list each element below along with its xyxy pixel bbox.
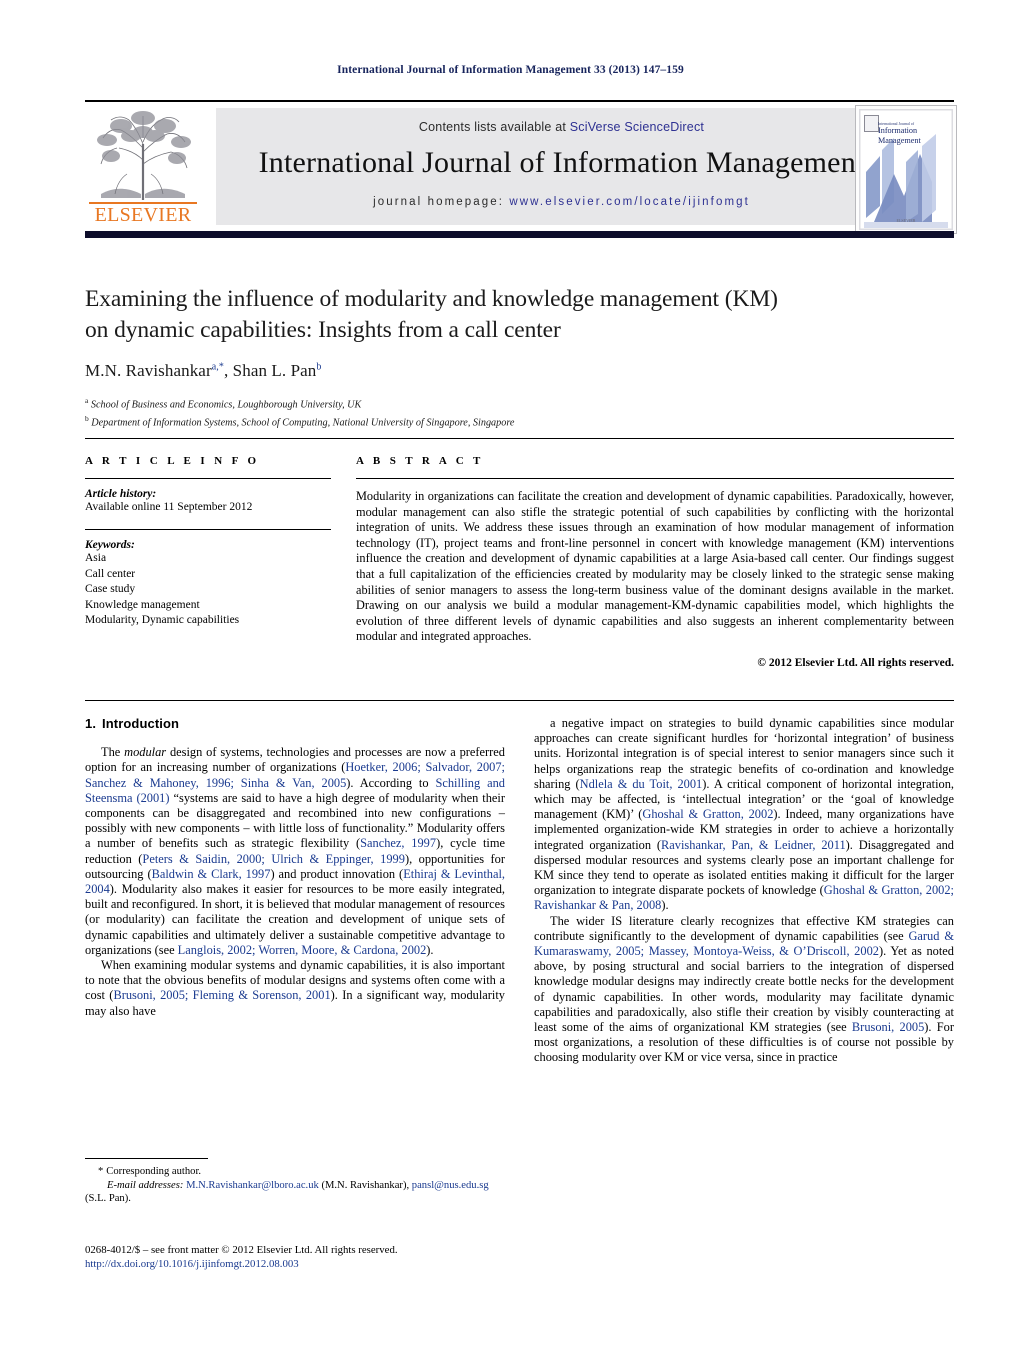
email-owner-2: (S.L. Pan). bbox=[85, 1193, 131, 1204]
title-block: Examining the influence of modularity an… bbox=[85, 284, 885, 431]
front-matter-line: 0268-4012/$ – see front matter © 2012 El… bbox=[85, 1244, 398, 1256]
paragraph: The wider IS literature clearly recogniz… bbox=[534, 914, 954, 1066]
body-column-left: 1. Introduction The modular design of sys… bbox=[85, 716, 505, 1019]
cover-title-line3: Management bbox=[878, 135, 921, 145]
citation-link[interactable]: Langlois, 2002; Worren, Moore, & Cardona… bbox=[178, 943, 427, 957]
keywords-label: Keywords: bbox=[85, 539, 135, 551]
citation-link[interactable]: Ndlela & du Toit, 2001 bbox=[580, 777, 703, 791]
body-text: The wider IS literature clearly recogniz… bbox=[534, 913, 954, 943]
affiliation-text-b: Department of Information Systems, Schoo… bbox=[91, 417, 515, 429]
author-name-2[interactable]: Shan L. Pan bbox=[233, 361, 317, 380]
affiliation-b: b Department of Information Systems, Sch… bbox=[85, 412, 885, 430]
citation-link[interactable]: Baldwin & Clark, 1997 bbox=[152, 867, 271, 881]
footnote-text: * Corresponding author. E-mail addresses:… bbox=[85, 1165, 505, 1206]
page-title: Examining the influence of modularity an… bbox=[85, 284, 885, 346]
elsevier-tree-icon bbox=[91, 108, 195, 204]
doi-link[interactable]: http://dx.doi.org/10.1016/j.ijinfomgt.20… bbox=[85, 1257, 515, 1271]
section-heading-introduction: 1. Introduction bbox=[85, 716, 505, 731]
footnote-rule bbox=[85, 1158, 208, 1159]
journal-band: Contents lists available at SciVerse Sci… bbox=[216, 108, 907, 225]
body-text: ). bbox=[426, 942, 434, 957]
footnote-star-mark: * bbox=[98, 1166, 104, 1177]
paragraph: The modular design of systems, technolog… bbox=[85, 745, 505, 958]
emphasis-text: modular bbox=[124, 745, 167, 760]
article-info-column: A R T I C L E I N F O Article history: A… bbox=[85, 455, 331, 629]
keyword-item: Modularity, Dynamic capabilities bbox=[85, 614, 240, 626]
author-name-1[interactable]: M.N. Ravishankar bbox=[85, 361, 212, 380]
body-text: ) and product innovation ( bbox=[270, 866, 404, 881]
article-info-rule-1 bbox=[85, 478, 331, 479]
section-number: 1. bbox=[85, 716, 97, 731]
email-addresses-label: E-mail addresses: bbox=[107, 1179, 184, 1191]
corresponding-author-footnote: * Corresponding author. E-mail addresses:… bbox=[85, 1158, 505, 1206]
keyword-item: Knowledge management bbox=[85, 598, 200, 611]
elsevier-logo: ELSEVIER bbox=[87, 106, 199, 230]
journal-cover-thumbnail: International Journal of Information Man… bbox=[855, 105, 957, 234]
article-history-label: Article history: bbox=[85, 488, 157, 500]
footnote-corresponding-line: * Corresponding author. bbox=[85, 1165, 505, 1179]
imprint-block: 0268-4012/$ – see front matter © 2012 El… bbox=[85, 1243, 515, 1271]
journal-homepage-line: journal homepage: www.elsevier.com/locat… bbox=[216, 196, 907, 208]
cover-title-line2: Information bbox=[878, 126, 918, 136]
keyword-item: Asia bbox=[85, 552, 107, 564]
citation-link[interactable]: Peters & Saidin, 2000; Ulrich & Eppinger… bbox=[142, 852, 405, 866]
journal-masthead: ELSEVIER Contents lists available at Sci… bbox=[85, 100, 957, 238]
cover-elsevier-mark-icon bbox=[864, 115, 879, 132]
masthead-bottom-rule bbox=[85, 231, 954, 238]
journal-cover-art: International Journal of Information Man… bbox=[859, 109, 953, 230]
article-info-rule-2 bbox=[85, 529, 331, 530]
keyword-item: Call center bbox=[85, 567, 136, 580]
paper-title-line2: on dynamic capabilities: Insights from a… bbox=[85, 317, 561, 343]
paragraph: When examining modular systems and dynam… bbox=[85, 958, 505, 1019]
journal-name: International Journal of Information Man… bbox=[258, 146, 865, 179]
cover-title: International Journal of Information Man… bbox=[878, 122, 948, 145]
abstract-heading: A B S T R A C T bbox=[356, 455, 484, 467]
sciencedirect-link[interactable]: SciVerse ScienceDirect bbox=[570, 120, 704, 134]
citation-link[interactable]: Brusoni, 2005; Fleming & Sorenson, 2001 bbox=[113, 988, 330, 1002]
affiliation-a: a School of Business and Economics, Loug… bbox=[85, 394, 885, 412]
info-band-top-rule bbox=[85, 438, 954, 439]
elsevier-wordmark: ELSEVIER bbox=[94, 204, 192, 226]
abstract-body: Modularity in organizations can facilita… bbox=[356, 489, 954, 644]
author-list: M.N. Ravishankara,*, Shan L. Panb bbox=[85, 361, 885, 381]
section-title: Introduction bbox=[102, 716, 180, 731]
keyword-item: Case study bbox=[85, 583, 136, 595]
citation-link[interactable]: Ghoshal & Gratton, 2002 bbox=[642, 807, 773, 821]
affiliation-text-a: School of Business and Economics, Loughb… bbox=[90, 399, 362, 411]
body-column-right: a negative impact on strategies to build… bbox=[534, 716, 954, 1066]
abstract-column: A B S T R A C T Modularity in organizati… bbox=[356, 455, 954, 669]
affiliation-mark-a: a bbox=[85, 396, 89, 405]
paper-title-line1: Examining the influence of modularity an… bbox=[85, 286, 778, 312]
article-history-value: Available online 11 September 2012 bbox=[85, 501, 253, 513]
email-owner-1: (M.N. Ravishankar), bbox=[321, 1179, 410, 1191]
citation-link[interactable]: Brusoni, 2005 bbox=[852, 1020, 924, 1034]
author-marks-2: b bbox=[316, 361, 322, 373]
citation-link[interactable]: Ravishankar, Pan, & Leidner, 2011 bbox=[661, 838, 846, 852]
contents-available-line: Contents lists available at SciVerse Sci… bbox=[216, 120, 907, 134]
citation-link[interactable]: Sanchez, 1997 bbox=[360, 836, 436, 850]
abstract-copyright: © 2012 Elsevier Ltd. All rights reserved… bbox=[757, 656, 954, 669]
author-separator: , bbox=[223, 361, 233, 380]
homepage-prefix: journal homepage: bbox=[373, 196, 510, 208]
body-text: ). bbox=[661, 898, 669, 913]
masthead-top-rule bbox=[85, 100, 954, 102]
cover-publisher-label: ELSEVIER bbox=[896, 218, 916, 223]
contents-prefix: Contents lists available at bbox=[418, 120, 570, 134]
email-link-1[interactable]: M.N.Ravishankar@lboro.ac.uk bbox=[186, 1180, 319, 1191]
footnote-corresponding-label: Corresponding author. bbox=[106, 1166, 202, 1177]
paper-page: International Journal of Information Man… bbox=[0, 0, 1021, 1351]
keywords-list: Asia Call center Case study Knowledge ma… bbox=[85, 551, 331, 629]
author-marks-1: a,* bbox=[211, 361, 224, 373]
body-text: ). According to bbox=[346, 775, 436, 790]
affiliation-mark-b: b bbox=[85, 414, 89, 424]
journal-homepage-link[interactable]: www.elsevier.com/locate/ijinfomgt bbox=[509, 196, 750, 208]
abstract-rule bbox=[356, 478, 954, 479]
paragraph: a negative impact on strategies to build… bbox=[534, 716, 954, 914]
running-head: International Journal of Information Man… bbox=[337, 64, 684, 76]
article-info-heading: A R T I C L E I N F O bbox=[85, 455, 260, 467]
email-link-2[interactable]: pansl@nus.edu.sg bbox=[412, 1180, 489, 1191]
info-band-bottom-rule bbox=[85, 700, 954, 701]
body-text: The bbox=[101, 745, 125, 760]
affiliation-list: a School of Business and Economics, Loug… bbox=[85, 394, 885, 431]
